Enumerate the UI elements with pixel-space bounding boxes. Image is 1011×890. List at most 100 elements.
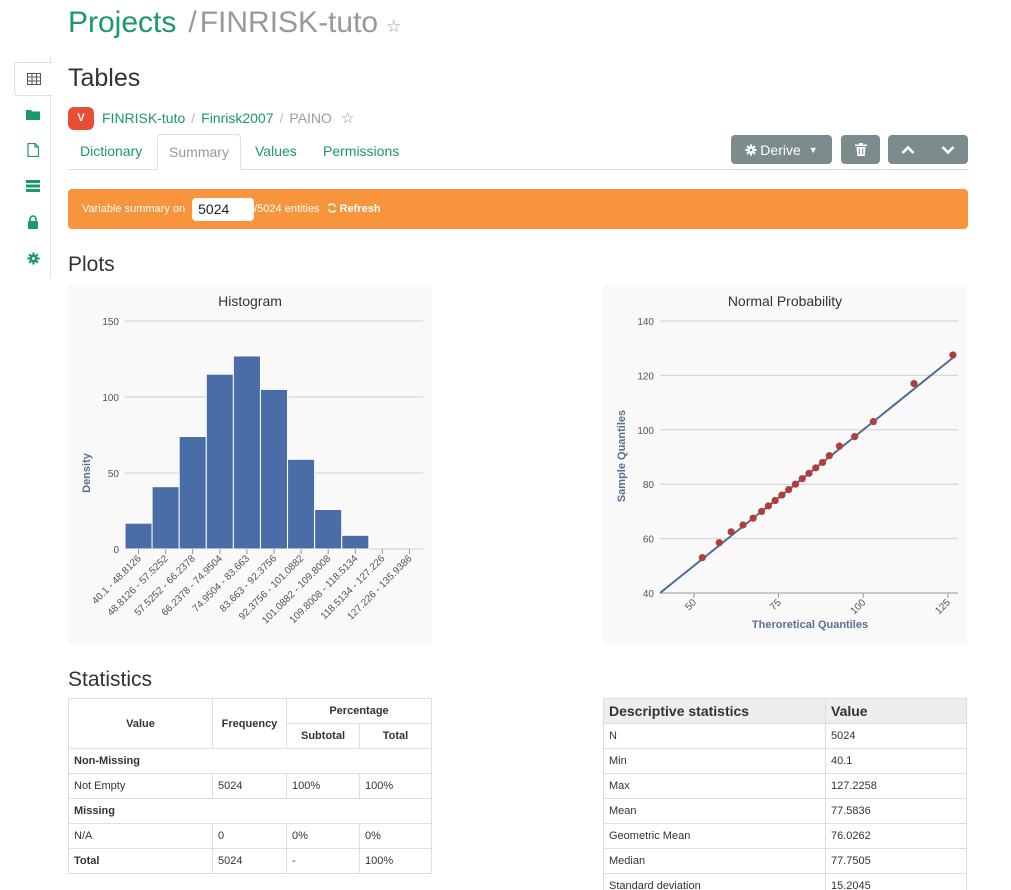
tab-values[interactable]: Values <box>255 134 297 170</box>
projects-link[interactable]: Projects <box>68 6 176 40</box>
x-tick-label: 125 <box>933 597 953 617</box>
normal-probability-y-axis-label: Sample Quantiles <box>616 410 628 502</box>
y-tick-label: 60 <box>643 535 655 546</box>
histogram-bar[interactable] <box>287 458 316 550</box>
data-point[interactable] <box>749 514 757 522</box>
data-point[interactable] <box>805 469 813 477</box>
table-cell: N/A <box>68 823 213 849</box>
lock-icon[interactable] <box>15 206 51 238</box>
table-cell: 100% <box>359 848 432 874</box>
stat-value: 77.5836 <box>825 798 967 824</box>
table-row: Median 77.7505 <box>603 848 967 874</box>
data-point[interactable] <box>949 351 957 359</box>
gear-icon[interactable] <box>15 242 51 274</box>
data-point[interactable] <box>764 502 772 510</box>
tables-nav-icon[interactable] <box>14 62 52 96</box>
data-point[interactable] <box>798 475 806 483</box>
table-cell: 100% <box>286 773 360 799</box>
normal-probability-panel: Normal Probability Sample Quantiles Ther… <box>603 285 967 645</box>
table-row: N 5024 <box>603 723 967 749</box>
data-point[interactable] <box>818 458 827 467</box>
chevron-up-icon[interactable] <box>901 142 915 158</box>
data-point[interactable] <box>910 379 918 388</box>
data-point[interactable] <box>727 528 735 536</box>
data-point[interactable] <box>715 539 723 547</box>
table-row: Max 127.2258 <box>603 773 967 799</box>
y-tick-label: 140 <box>637 317 654 328</box>
normal-probability-x-axis-label: Theroretical Quantiles <box>752 619 868 631</box>
stat-value: 40.1 <box>825 748 967 774</box>
data-point[interactable] <box>778 491 786 499</box>
caret-down-icon: ▼ <box>808 144 818 155</box>
project-name: FINRISK-tuto <box>199 6 379 39</box>
breadcrumb-table-link[interactable]: Finrisk2007 <box>201 110 273 126</box>
tab-bar: Dictionary Summary Values Permissions <box>68 134 968 170</box>
data-point[interactable] <box>812 464 820 472</box>
histogram-bar[interactable] <box>151 486 180 550</box>
refresh-link[interactable]: Refresh <box>326 203 381 215</box>
table-cell: 0% <box>359 823 432 849</box>
data-point[interactable] <box>757 507 766 515</box>
table-row: Not Empty 5024 100% 100% <box>68 773 432 799</box>
refresh-label: Refresh <box>339 203 381 215</box>
delete-button[interactable] <box>841 135 880 164</box>
histogram-chart: Histogram Density 050100150 40.1 - 48.81… <box>81 293 423 626</box>
file-icon[interactable] <box>15 134 51 166</box>
histogram-bar[interactable] <box>232 355 261 550</box>
histogram-y-axis-label: Density <box>81 452 93 493</box>
stat-name: N <box>603 723 826 749</box>
derive-button[interactable]: Derive ▼ <box>731 135 832 164</box>
stat-name: Geometric Mean <box>603 823 826 849</box>
data-point[interactable] <box>739 521 747 529</box>
folder-icon[interactable] <box>15 98 51 130</box>
x-tick-label: 50 <box>683 597 699 613</box>
chevron-down-icon[interactable] <box>941 142 955 158</box>
tab-summary[interactable]: Summary <box>157 134 241 170</box>
histogram-bar[interactable] <box>178 436 207 550</box>
subtotal-header: Subtotal <box>286 723 360 749</box>
y-tick-label: 100 <box>102 393 119 404</box>
table-row: N/A 0 0% 0% <box>68 823 432 849</box>
histogram-bar[interactable] <box>124 522 153 550</box>
histogram-bar[interactable] <box>341 534 370 550</box>
navigate-buttons <box>888 135 968 164</box>
star-icon[interactable]: ☆ <box>386 17 401 37</box>
tab-permissions[interactable]: Permissions <box>323 134 399 170</box>
data-point[interactable] <box>851 433 859 441</box>
stat-name: Median <box>603 848 826 874</box>
table-cell: 5024 <box>212 848 287 874</box>
histogram-title: Histogram <box>218 293 282 309</box>
frequency-table: Value Frequency Percentage Subtotal Tota… <box>68 698 432 874</box>
percentage-header: Percentage <box>286 698 432 724</box>
x-tick-label: 100 <box>849 597 869 617</box>
total-header: Total <box>359 723 432 749</box>
table-row: Mean 77.5836 <box>603 798 967 824</box>
table-cell: 0 <box>212 823 287 849</box>
data-point[interactable] <box>791 480 800 488</box>
total-row: Total 5024 - 100% <box>68 848 432 874</box>
data-point[interactable] <box>869 418 877 426</box>
histogram-bar[interactable] <box>259 388 289 550</box>
breadcrumb-project-link[interactable]: FINRISK-tuto <box>102 110 185 126</box>
tasks-icon[interactable] <box>15 170 51 202</box>
y-tick-label: 40 <box>643 589 655 600</box>
tab-dictionary[interactable]: Dictionary <box>80 134 142 170</box>
group-non-missing: Non-Missing <box>68 748 432 774</box>
descriptive-statistics-table: Descriptive statistics Value N 5024 Min 40… <box>603 698 967 890</box>
stat-name: Mean <box>603 798 826 824</box>
frequency-header: Frequency <box>212 698 287 749</box>
histogram-bar[interactable] <box>205 373 234 550</box>
variable-summary-bar: Variable summary on /5024 entities Refre… <box>68 189 968 229</box>
data-point[interactable] <box>825 452 833 460</box>
data-point[interactable] <box>771 496 779 505</box>
data-point[interactable] <box>835 442 844 450</box>
view-badge: V <box>68 106 94 130</box>
data-point[interactable] <box>785 486 793 494</box>
histogram-bar[interactable] <box>314 508 343 550</box>
table-cell: Total <box>68 848 213 874</box>
table-row: Min 40.1 <box>603 748 967 774</box>
data-point[interactable] <box>698 554 706 562</box>
star-icon[interactable]: ☆ <box>341 109 354 127</box>
descriptive-statistics-header: Descriptive statistics <box>603 698 826 724</box>
entities-count-input[interactable] <box>192 197 255 221</box>
